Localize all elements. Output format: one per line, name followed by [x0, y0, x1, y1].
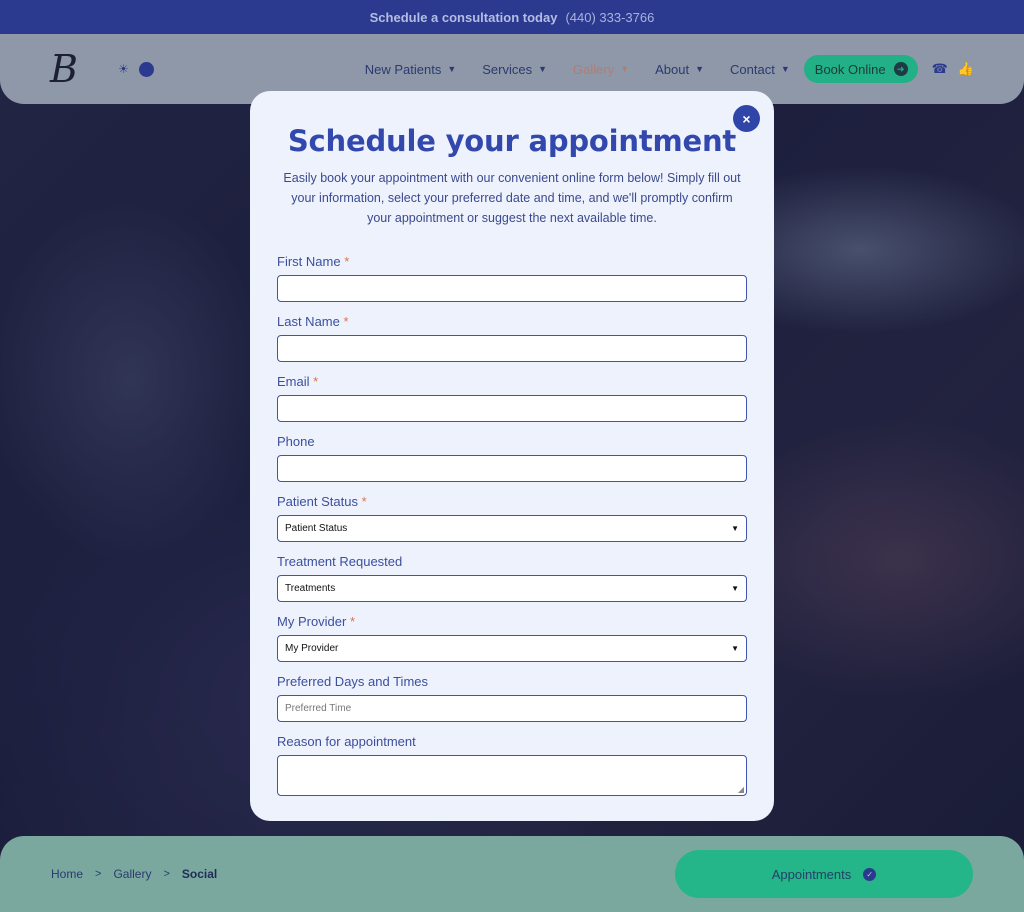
nav-label: About: [655, 61, 690, 77]
breadcrumb-separator: >: [163, 868, 170, 880]
nav-label: New Patients: [364, 61, 442, 77]
first-name-label: First Name *: [277, 254, 350, 269]
consultation-link[interactable]: Schedule a consultation today: [370, 10, 558, 25]
nav-item-new-patients[interactable]: New Patients ▼: [365, 62, 457, 77]
treatment-label: Treatment Requested: [277, 554, 403, 569]
breadcrumb-separator: >: [95, 868, 102, 880]
resize-grip-icon[interactable]: ◢: [738, 785, 744, 794]
last-name-input[interactable]: [277, 335, 747, 362]
chevron-down-icon: ▼: [780, 64, 790, 74]
select-value: My Provider: [285, 643, 339, 654]
required-mark: *: [361, 494, 367, 509]
provider-group: My Provider * My Provider ▼: [277, 614, 747, 662]
nav-label: Gallery: [573, 61, 615, 77]
email-label: Email *: [277, 374, 319, 389]
input-placeholder: Preferred Time: [285, 703, 352, 714]
site-logo[interactable]: B: [50, 47, 106, 91]
sun-icon: ☀: [118, 62, 129, 76]
preferred-times-input[interactable]: Preferred Time: [277, 695, 747, 722]
appointments-label: Appointments: [771, 866, 852, 882]
theme-toggle[interactable]: ☀: [118, 61, 154, 77]
patient-status-label: Patient Status *: [277, 494, 367, 509]
check-icon: ✓: [863, 867, 877, 881]
email-group: Email *: [277, 374, 747, 422]
caret-down-icon: ▼: [731, 584, 739, 593]
phone-link[interactable]: (440) 333-3766: [565, 10, 654, 25]
arrow-right-icon: ➜: [893, 62, 908, 76]
chevron-down-icon: ▼: [695, 64, 705, 74]
toggle-knob: [138, 61, 154, 77]
nav-item-gallery[interactable]: Gallery ▼: [573, 62, 629, 77]
header-icons: ☎ 👍: [932, 61, 974, 77]
modal-intro: Easily book your appointment with our co…: [283, 171, 741, 225]
select-value: Patient Status: [285, 523, 348, 534]
patient-status-select[interactable]: Patient Status ▼: [277, 515, 747, 542]
caret-down-icon: ▼: [731, 644, 739, 653]
required-mark: *: [343, 314, 349, 329]
nav-item-contact[interactable]: Contact ▼: [730, 62, 790, 77]
first-name-input[interactable]: [277, 275, 747, 302]
breadcrumb-current: Social: [181, 867, 218, 881]
treatment-select[interactable]: Treatments ▼: [277, 575, 747, 602]
chevron-down-icon: ▼: [538, 64, 548, 74]
breadcrumb-home[interactable]: Home: [51, 867, 83, 881]
main-nav: New Patients ▼ Services ▼ Gallery ▼ Abou…: [365, 55, 918, 83]
nav-label: Services: [482, 61, 533, 77]
nav-item-services[interactable]: Services ▼: [482, 62, 547, 77]
chevron-down-icon: ▼: [447, 64, 457, 74]
last-name-group: Last Name *: [277, 314, 747, 362]
thumbs-up-icon[interactable]: 👍: [958, 61, 974, 77]
appointment-form: First Name * Last Name * Email * Phone P…: [277, 254, 747, 796]
required-mark: *: [344, 254, 350, 269]
footer-bar: Home > Gallery > Social Appointments ✓: [0, 836, 1024, 912]
phone-input[interactable]: [277, 455, 747, 482]
nav-label: Contact: [730, 61, 775, 77]
caret-down-icon: ▼: [731, 524, 739, 533]
preferred-times-group: Preferred Days and Times Preferred Time: [277, 674, 747, 722]
reason-textarea[interactable]: ◢: [277, 755, 747, 796]
book-online-label: Book Online: [814, 61, 886, 77]
provider-select[interactable]: My Provider ▼: [277, 635, 747, 662]
reason-label: Reason for appointment: [277, 734, 416, 749]
patient-status-group: Patient Status * Patient Status ▼: [277, 494, 747, 542]
preferred-times-label: Preferred Days and Times: [277, 674, 429, 689]
phone-label: Phone: [277, 434, 315, 449]
select-value: Treatments: [285, 583, 336, 594]
required-mark: *: [313, 374, 319, 389]
book-online-button[interactable]: Book Online ➜: [803, 55, 918, 83]
top-announcement-bar: Schedule a consultation today (440) 333-…: [0, 0, 1024, 34]
chevron-down-icon: ▼: [620, 64, 630, 74]
provider-label: My Provider *: [277, 614, 356, 629]
breadcrumb: Home > Gallery > Social: [51, 867, 217, 881]
required-mark: *: [349, 614, 356, 629]
reason-group: Reason for appointment ◢: [277, 734, 747, 796]
last-name-label: Last Name *: [277, 314, 349, 329]
appointment-modal: × Schedule your appointment Easily book …: [250, 91, 774, 821]
nav-item-about[interactable]: About ▼: [655, 62, 704, 77]
close-icon[interactable]: ×: [733, 105, 760, 132]
phone-group: Phone: [277, 434, 747, 482]
email-input[interactable]: [277, 395, 747, 422]
first-name-group: First Name *: [277, 254, 747, 302]
appointments-button[interactable]: Appointments ✓: [675, 850, 973, 898]
treatment-group: Treatment Requested Treatments ▼: [277, 554, 747, 602]
breadcrumb-gallery[interactable]: Gallery: [113, 867, 151, 881]
phone-icon[interactable]: ☎: [932, 61, 948, 77]
modal-title: Schedule your appointment: [287, 124, 737, 158]
